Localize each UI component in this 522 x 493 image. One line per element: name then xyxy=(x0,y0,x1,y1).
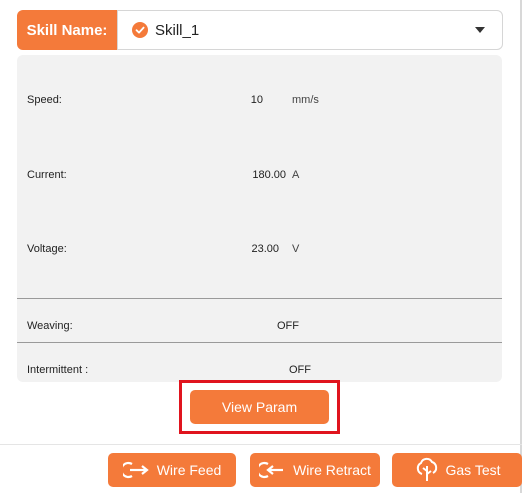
voltage-unit: V xyxy=(292,243,300,255)
gas-test-button[interactable]: Gas Test xyxy=(392,453,522,487)
current-unit: A xyxy=(292,169,300,181)
chevron-down-icon[interactable] xyxy=(475,27,485,33)
wire-feed-label: Wire Feed xyxy=(156,462,222,478)
divider xyxy=(17,298,502,299)
skill-selector-row: Skill Name: Skill_1 xyxy=(17,10,503,50)
params-panel: Speed: 10 mm/s Current: 180.00 A Voltage… xyxy=(17,55,502,382)
intermittent-label: Intermittent : xyxy=(27,364,89,376)
skill-selected-value: Skill_1 xyxy=(155,21,200,39)
skill-name-label: Skill Name: xyxy=(17,10,117,50)
speed-label: Speed: xyxy=(27,94,62,106)
wire-feed-button[interactable]: Wire Feed xyxy=(108,453,236,487)
divider xyxy=(17,342,502,343)
gas-test-icon xyxy=(416,457,437,481)
wire-retract-label: Wire Retract xyxy=(293,462,371,478)
divider xyxy=(0,444,522,445)
check-circle-icon xyxy=(132,22,148,38)
wire-retract-icon xyxy=(259,461,284,479)
intermittent-value: OFF xyxy=(289,364,311,376)
speed-unit: mm/s xyxy=(292,94,319,106)
wire-retract-button[interactable]: Wire Retract xyxy=(250,453,380,487)
current-label: Current: xyxy=(27,169,67,181)
view-param-button[interactable]: View Param xyxy=(190,390,329,424)
weaving-value: OFF xyxy=(277,320,299,332)
current-value: 180.00 xyxy=(252,169,286,181)
wire-feed-icon xyxy=(122,461,149,479)
voltage-value: 23.00 xyxy=(251,243,279,255)
speed-value: 10 xyxy=(250,94,263,106)
gas-test-label: Gas Test xyxy=(445,462,501,478)
skill-dropdown[interactable]: Skill_1 xyxy=(117,10,503,50)
voltage-label: Voltage: xyxy=(27,243,67,255)
weaving-label: Weaving: xyxy=(27,320,73,332)
